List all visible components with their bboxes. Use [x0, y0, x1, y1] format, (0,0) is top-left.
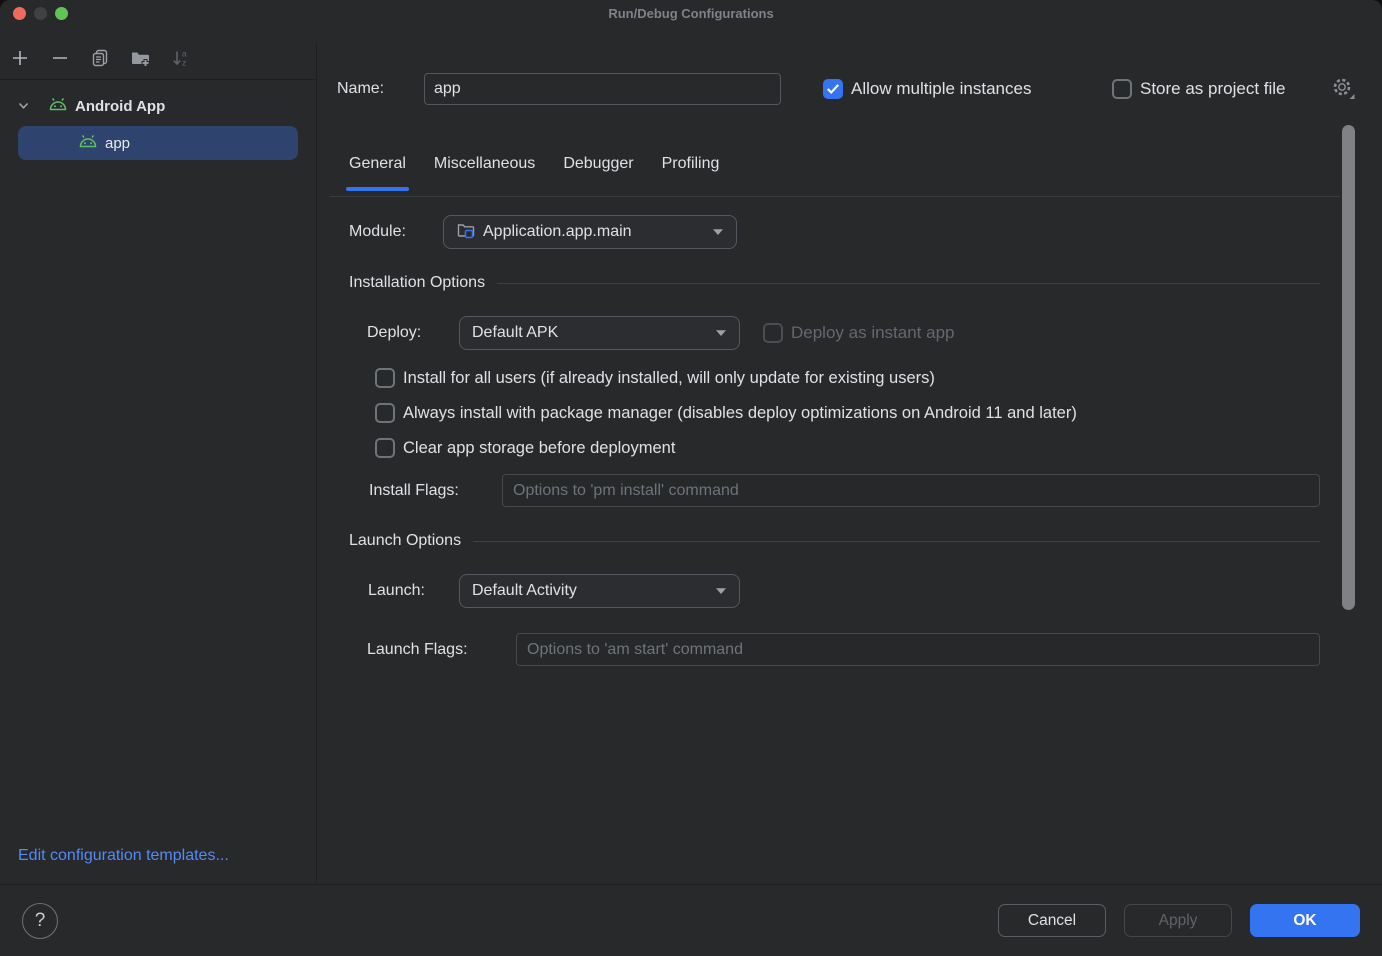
- launch-dropdown[interactable]: Default Activity: [459, 574, 740, 608]
- configuration-editor: Name: Allow multiple instances Store as …: [318, 42, 1382, 883]
- install-for-all-users-checkbox[interactable]: Install for all users (if already instal…: [375, 368, 935, 388]
- checkbox-unchecked-icon[interactable]: [375, 438, 395, 458]
- sort-configurations-button[interactable]: a z: [170, 51, 190, 71]
- sidebar-toolbar: a z: [0, 42, 316, 80]
- install-flags-label: Install Flags:: [369, 474, 459, 507]
- section-divider: [473, 541, 1320, 542]
- dropdown-arrow-icon: [712, 228, 724, 236]
- vertical-scrollbar[interactable]: [1342, 125, 1355, 610]
- deploy-as-instant-app-label: Deploy as instant app: [791, 323, 955, 343]
- tab-bar: General Miscellaneous Debugger Profiling: [349, 155, 719, 191]
- module-label: Module:: [349, 215, 406, 249]
- add-configuration-button[interactable]: [10, 51, 30, 71]
- deploy-dropdown[interactable]: Default APK: [459, 316, 740, 350]
- checkbox-checked-icon[interactable]: [823, 79, 843, 99]
- deploy-value: Default APK: [472, 324, 558, 342]
- window-title: Run/Debug Configurations: [0, 6, 1382, 21]
- android-icon: [48, 96, 68, 116]
- installation-options-section: Installation Options: [349, 274, 1320, 292]
- install-for-all-users-label: Install for all users (if already instal…: [403, 369, 935, 388]
- launch-options-title: Launch Options: [349, 532, 461, 550]
- store-as-project-file-label: Store as project file: [1140, 79, 1286, 99]
- android-icon: [78, 133, 98, 154]
- launch-options-section: Launch Options: [349, 532, 1320, 550]
- sort-alphabetically-icon: a z: [170, 48, 190, 73]
- add-icon: [10, 48, 30, 73]
- gear-icon: [1330, 88, 1356, 105]
- deploy-label: Deploy:: [367, 316, 421, 350]
- name-label: Name:: [337, 73, 384, 105]
- chevron-down-icon[interactable]: [18, 102, 30, 110]
- ok-button[interactable]: OK: [1250, 904, 1360, 937]
- help-button[interactable]: ?: [22, 903, 58, 939]
- help-icon: ?: [35, 910, 46, 932]
- clear-app-storage-checkbox[interactable]: Clear app storage before deployment: [375, 438, 675, 458]
- store-settings-gear-button[interactable]: [1330, 75, 1356, 106]
- launch-flags-label: Launch Flags:: [367, 633, 468, 666]
- checkbox-unchecked-icon[interactable]: [375, 368, 395, 388]
- always-install-with-package-manager-checkbox[interactable]: Always install with package manager (dis…: [375, 403, 1077, 423]
- apply-button: Apply: [1124, 904, 1232, 937]
- dialog-footer: ? Cancel Apply OK: [0, 884, 1382, 956]
- tree-group-label: Android App: [75, 98, 165, 115]
- module-dropdown[interactable]: Application.app.main: [443, 215, 737, 249]
- deploy-as-instant-app-checkbox: Deploy as instant app: [763, 323, 955, 343]
- run-debug-configurations-dialog: Run/Debug Configurations: [0, 0, 1382, 956]
- tree-item-app[interactable]: app: [18, 126, 298, 160]
- configurations-sidebar: a z Android App: [0, 42, 317, 883]
- module-value: Application.app.main: [483, 223, 632, 241]
- checkbox-unchecked-icon[interactable]: [375, 403, 395, 423]
- allow-multiple-instances-checkbox[interactable]: Allow multiple instances: [823, 79, 1031, 99]
- installation-options-title: Installation Options: [349, 274, 485, 292]
- edit-configuration-templates-link[interactable]: Edit configuration templates...: [18, 847, 229, 865]
- remove-icon: [50, 48, 70, 73]
- remove-configuration-button[interactable]: [50, 51, 70, 71]
- configurations-tree: Android App app: [0, 80, 316, 160]
- dropdown-arrow-icon: [715, 329, 727, 337]
- checkbox-unchecked-icon: [763, 323, 783, 343]
- footer-buttons: Cancel Apply OK: [998, 904, 1360, 937]
- clear-app-storage-label: Clear app storage before deployment: [403, 439, 675, 458]
- launch-value: Default Activity: [472, 582, 577, 600]
- tab-miscellaneous[interactable]: Miscellaneous: [434, 155, 535, 191]
- tab-divider: [330, 196, 1340, 197]
- module-folder-icon: [456, 220, 476, 245]
- copy-icon: [90, 48, 110, 73]
- copy-configuration-button[interactable]: [90, 51, 110, 71]
- always-install-with-package-manager-label: Always install with package manager (dis…: [403, 404, 1077, 423]
- tab-debugger[interactable]: Debugger: [563, 155, 633, 191]
- launch-flags-input[interactable]: [516, 633, 1320, 666]
- allow-multiple-instances-label: Allow multiple instances: [851, 79, 1031, 99]
- svg-text:z: z: [182, 58, 186, 68]
- install-flags-input[interactable]: [502, 474, 1320, 507]
- section-divider: [497, 283, 1320, 284]
- name-input[interactable]: [424, 73, 781, 105]
- title-bar: Run/Debug Configurations: [0, 0, 1382, 42]
- cancel-button[interactable]: Cancel: [998, 904, 1106, 937]
- tab-profiling[interactable]: Profiling: [662, 155, 720, 191]
- new-folder-icon: [130, 48, 151, 73]
- launch-label: Launch:: [368, 574, 425, 608]
- tree-item-label: app: [105, 135, 130, 152]
- checkbox-unchecked-icon[interactable]: [1112, 79, 1132, 99]
- tree-group-android-app[interactable]: Android App: [0, 90, 316, 122]
- tab-general[interactable]: General: [349, 155, 406, 191]
- store-as-project-file-checkbox[interactable]: Store as project file: [1112, 79, 1286, 99]
- dropdown-arrow-icon: [715, 587, 727, 595]
- new-folder-button[interactable]: [130, 51, 150, 71]
